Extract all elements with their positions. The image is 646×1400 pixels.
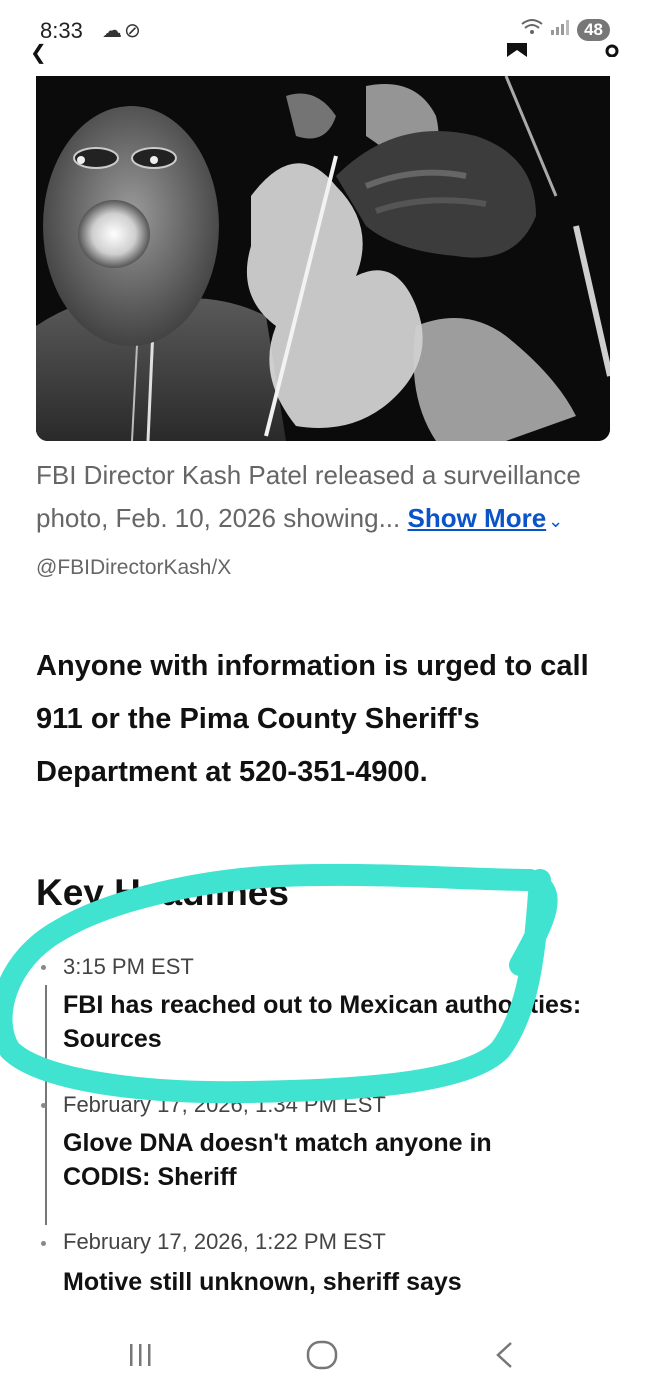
cloud-icon: ☁	[102, 20, 124, 42]
chevron-down-icon[interactable]: ⌄	[548, 511, 563, 531]
timeline-dot	[41, 1103, 46, 1108]
headline-time: 3:15 PM EST	[63, 954, 194, 979]
status-bar: 8:33 ☁⊘ 48 ❮	[0, 0, 646, 65]
back-nav-icon[interactable]	[494, 1340, 514, 1378]
no-signal-icon: ⊘	[124, 20, 143, 42]
photo-caption: FBI Director Kash Patel released a surve…	[36, 454, 616, 543]
recents-icon[interactable]	[127, 1340, 155, 1376]
status-right: 48	[521, 18, 610, 41]
headline-link[interactable]: Motive still unknown, sheriff says	[63, 1265, 583, 1299]
navigation-bar	[0, 1320, 646, 1400]
share-icon[interactable]	[604, 40, 620, 63]
photo-credit: @FBIDirectorKash/X	[36, 556, 232, 579]
home-icon[interactable]	[306, 1340, 338, 1378]
show-more-link[interactable]: Show More	[408, 503, 547, 533]
timeline-dot	[41, 965, 46, 970]
headline-link[interactable]: FBI has reached out to Mexican authoriti…	[63, 988, 583, 1056]
status-left-icons: ☁⊘	[102, 18, 143, 43]
back-icon[interactable]: ❮	[30, 40, 47, 65]
headline-time: February 17, 2026, 1:22 PM EST	[63, 1229, 386, 1254]
battery-indicator: 48	[577, 18, 610, 41]
bookmark-icon[interactable]	[505, 40, 529, 63]
wifi-icon	[521, 18, 543, 41]
callout-paragraph: Anyone with information is urged to call…	[36, 650, 589, 788]
headline-time: February 17, 2026, 1:34 PM EST	[63, 1092, 386, 1117]
headline-link[interactable]: Glove DNA doesn't match anyone in CODIS:…	[63, 1126, 583, 1194]
signal-icon	[551, 19, 570, 40]
surveillance-photo[interactable]	[36, 76, 610, 441]
key-headlines-heading: Key Headlines	[36, 872, 289, 913]
timeline-dot	[41, 1241, 46, 1246]
